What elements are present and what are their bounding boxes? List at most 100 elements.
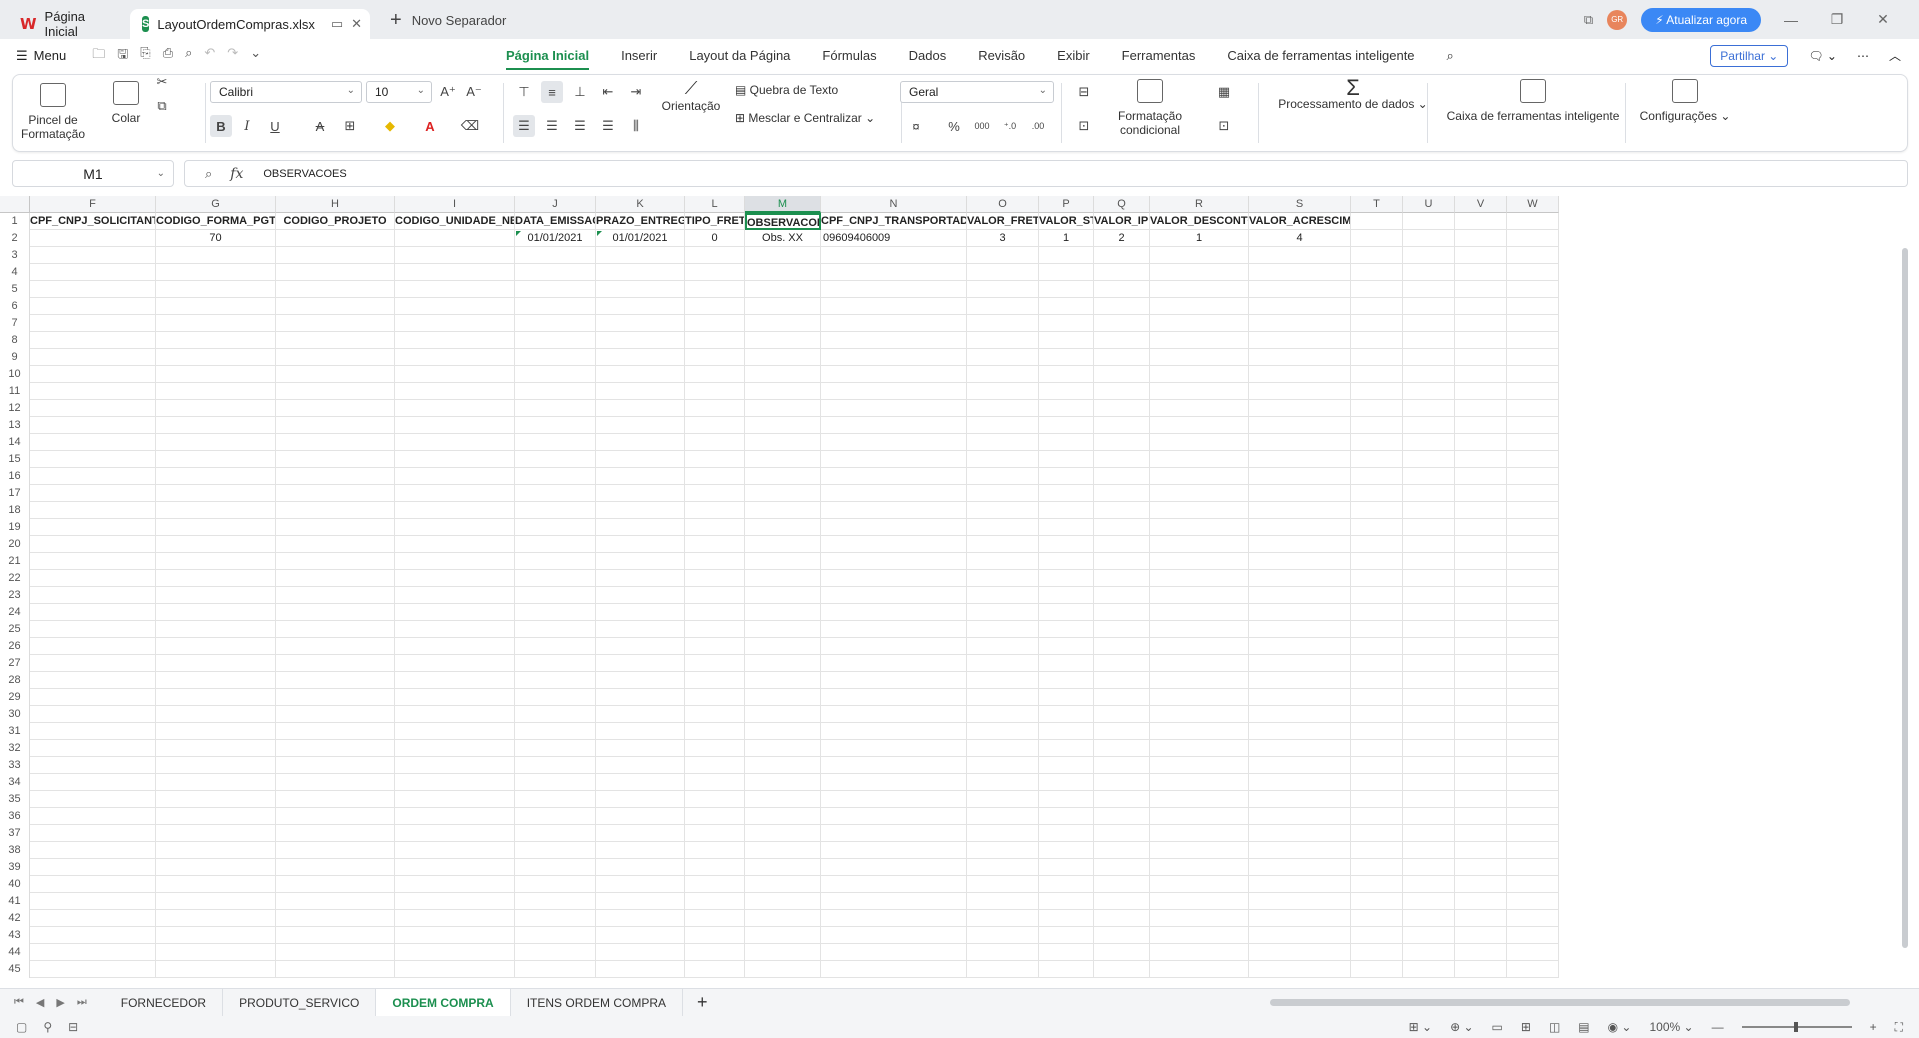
cell-s26[interactable]	[1249, 638, 1351, 655]
cell-v7[interactable]	[1455, 315, 1507, 332]
tab-caixa-ferramentas[interactable]: Caixa de ferramentas inteligente	[1211, 39, 1430, 72]
table-view-icon[interactable]: ⊞ ⌄	[1409, 1020, 1432, 1034]
cell-h6[interactable]	[276, 298, 395, 315]
cell-j27[interactable]	[515, 655, 596, 672]
cell-l45[interactable]	[685, 961, 745, 978]
cell-t3[interactable]	[1351, 247, 1403, 264]
cell-w44[interactable]	[1507, 944, 1559, 961]
tab-file[interactable]: S LayoutOrdemCompras.xlsx ▭ ✕	[130, 9, 370, 39]
cell-w11[interactable]	[1507, 383, 1559, 400]
cell-k7[interactable]	[596, 315, 685, 332]
cell-f34[interactable]	[30, 774, 156, 791]
cell-o3[interactable]	[967, 247, 1039, 264]
cell-o41[interactable]	[967, 893, 1039, 910]
cell-o13[interactable]	[967, 417, 1039, 434]
cell-v44[interactable]	[1455, 944, 1507, 961]
cell-p19[interactable]	[1039, 519, 1094, 536]
cell-t35[interactable]	[1351, 791, 1403, 808]
row-header[interactable]: 4	[0, 264, 30, 281]
cell-s24[interactable]	[1249, 604, 1351, 621]
cell-p3[interactable]	[1039, 247, 1094, 264]
cell-w23[interactable]	[1507, 587, 1559, 604]
cell-j30[interactable]	[515, 706, 596, 723]
cell-f2[interactable]	[30, 230, 156, 247]
cell-p39[interactable]	[1039, 859, 1094, 876]
cell-t45[interactable]	[1351, 961, 1403, 978]
cell-w24[interactable]	[1507, 604, 1559, 621]
cell-h19[interactable]	[276, 519, 395, 536]
cell-p25[interactable]	[1039, 621, 1094, 638]
cell-t22[interactable]	[1351, 570, 1403, 587]
cell-g13[interactable]	[156, 417, 276, 434]
cell-g42[interactable]	[156, 910, 276, 927]
cell-f16[interactable]	[30, 468, 156, 485]
cell-i2[interactable]	[395, 230, 515, 247]
cell-w15[interactable]	[1507, 451, 1559, 468]
cell-q21[interactable]	[1094, 553, 1150, 570]
cell-v22[interactable]	[1455, 570, 1507, 587]
row-header[interactable]: 5	[0, 281, 30, 298]
more-icon[interactable]: ⋯	[1857, 49, 1869, 63]
cell-k12[interactable]	[596, 400, 685, 417]
column-header-i[interactable]: I	[395, 196, 515, 213]
cell-m16[interactable]	[745, 468, 821, 485]
cell-m5[interactable]	[745, 281, 821, 298]
cell-r44[interactable]	[1150, 944, 1249, 961]
cell-n20[interactable]	[821, 536, 967, 553]
cell-h21[interactable]	[276, 553, 395, 570]
cell-u44[interactable]	[1403, 944, 1455, 961]
cell-r5[interactable]	[1150, 281, 1249, 298]
cell-s42[interactable]	[1249, 910, 1351, 927]
cell-l29[interactable]	[685, 689, 745, 706]
cell-k9[interactable]	[596, 349, 685, 366]
cell-j19[interactable]	[515, 519, 596, 536]
cell-q18[interactable]	[1094, 502, 1150, 519]
cell-g17[interactable]	[156, 485, 276, 502]
cell-q38[interactable]	[1094, 842, 1150, 859]
cell-s20[interactable]	[1249, 536, 1351, 553]
cell-n41[interactable]	[821, 893, 967, 910]
cell-j18[interactable]	[515, 502, 596, 519]
close-window-icon[interactable]: ✕	[1867, 11, 1899, 28]
cell-t21[interactable]	[1351, 553, 1403, 570]
cell-k27[interactable]	[596, 655, 685, 672]
cell-j9[interactable]	[515, 349, 596, 366]
cell-f17[interactable]	[30, 485, 156, 502]
cell-m27[interactable]	[745, 655, 821, 672]
cell-o25[interactable]	[967, 621, 1039, 638]
cell-p41[interactable]	[1039, 893, 1094, 910]
cell-w26[interactable]	[1507, 638, 1559, 655]
comment-icon[interactable]: 🗨 ⌄	[1808, 49, 1837, 63]
cell-k32[interactable]	[596, 740, 685, 757]
cell-o27[interactable]	[967, 655, 1039, 672]
eye-protection-icon[interactable]: ◉ ⌄	[1608, 1020, 1632, 1034]
cell-o8[interactable]	[967, 332, 1039, 349]
cell-m45[interactable]	[745, 961, 821, 978]
cell-t18[interactable]	[1351, 502, 1403, 519]
cell-j24[interactable]	[515, 604, 596, 621]
cell-q34[interactable]	[1094, 774, 1150, 791]
row-header[interactable]: 10	[0, 366, 30, 383]
cell-s12[interactable]	[1249, 400, 1351, 417]
cell-s11[interactable]	[1249, 383, 1351, 400]
cell-o45[interactable]	[967, 961, 1039, 978]
cell-u27[interactable]	[1403, 655, 1455, 672]
cell-j45[interactable]	[515, 961, 596, 978]
cell-m23[interactable]	[745, 587, 821, 604]
cell-o36[interactable]	[967, 808, 1039, 825]
cell-k23[interactable]	[596, 587, 685, 604]
cell-p34[interactable]	[1039, 774, 1094, 791]
fill-icon[interactable]: ▦	[1213, 81, 1235, 103]
cell-f28[interactable]	[30, 672, 156, 689]
cell-o17[interactable]	[967, 485, 1039, 502]
last-sheet-icon[interactable]: ⏭	[77, 996, 87, 1009]
row-header[interactable]: 45	[0, 961, 30, 978]
cell-q44[interactable]	[1094, 944, 1150, 961]
save-icon[interactable]: 🖫	[117, 45, 128, 67]
row-header[interactable]: 6	[0, 298, 30, 315]
row-header[interactable]: 40	[0, 876, 30, 893]
cell-h20[interactable]	[276, 536, 395, 553]
cell-t2[interactable]	[1351, 230, 1403, 247]
cell-i37[interactable]	[395, 825, 515, 842]
cell-s31[interactable]	[1249, 723, 1351, 740]
